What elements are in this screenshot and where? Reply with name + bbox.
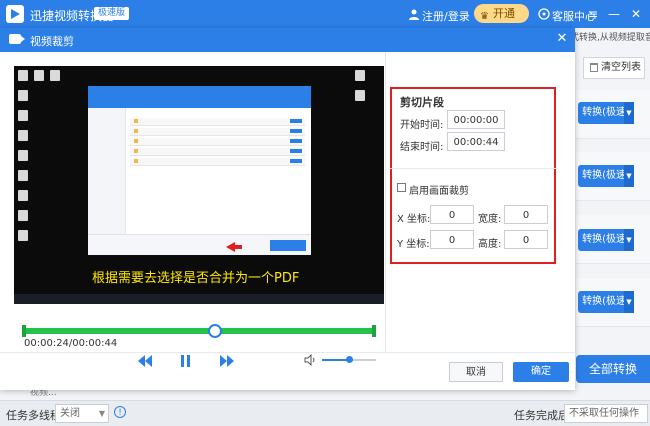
desktop-icon [50, 70, 60, 81]
video-screen-content [88, 86, 311, 255]
inner-app-footer [88, 234, 311, 255]
fast-forward-button[interactable] [220, 355, 234, 367]
crown-icon: ♛ [480, 11, 489, 22]
background-hint: 式转换,从视频提取音频 [570, 33, 650, 43]
timeline-start-handle[interactable] [22, 325, 26, 337]
inner-app-sidebar [88, 108, 126, 254]
inner-app-row [130, 148, 305, 156]
volume-knob[interactable] [346, 356, 353, 363]
multitask-value: 关闭 [60, 408, 80, 419]
dialog-close-button[interactable]: ✕ [553, 30, 571, 48]
menu-button[interactable]: ≡ [583, 4, 603, 24]
dialog-title: 视频裁剪 [30, 35, 74, 48]
height-label: 高度: [478, 239, 502, 250]
vip-button[interactable]: ♛ 开通VIP [474, 4, 529, 39]
section-divider [390, 168, 556, 169]
trash-icon [590, 63, 598, 72]
start-time-label: 开始时间: [400, 120, 444, 131]
inner-app-row [130, 158, 305, 166]
end-time-label: 结束时间: [400, 142, 444, 153]
red-arrow-tail [234, 245, 242, 249]
inner-app-row [130, 118, 305, 126]
convert-dropdown-icon[interactable]: ▼ [624, 291, 634, 313]
rewind-button[interactable] [138, 355, 152, 367]
y-coordinate-label: Y 坐标: [397, 239, 430, 250]
volume-icon[interactable] [304, 354, 316, 366]
desktop-icon [355, 70, 365, 81]
after-done-value: 不采取任何操作 [569, 408, 639, 419]
convert-dropdown-icon[interactable]: ▼ [624, 165, 634, 187]
convert-dropdown-icon[interactable]: ▼ [624, 229, 634, 251]
login-link[interactable]: 注册/登录 [422, 8, 470, 24]
user-icon [409, 9, 419, 20]
convert-dropdown-icon[interactable]: ▼ [624, 102, 634, 124]
multitask-select[interactable]: 关闭 ▼ [55, 404, 109, 423]
dialog-header: 视频裁剪 ✕ [0, 28, 575, 52]
multitask-label: 任务多线程 [6, 409, 61, 422]
inner-app-row [130, 138, 305, 146]
desktop-icon [18, 130, 28, 141]
x-coordinate-label: X 坐标: [397, 214, 431, 225]
width-label: 宽度: [478, 214, 502, 225]
inner-app-header [88, 86, 311, 108]
desktop-icon [18, 170, 28, 181]
cancel-button[interactable]: 取消 [449, 362, 503, 382]
pause-button[interactable] [181, 355, 191, 367]
clip-section-title: 剪切片段 [400, 96, 444, 109]
inner-app-row [130, 128, 305, 136]
desktop-icon [18, 210, 28, 221]
y-coordinate-input[interactable]: 0 [430, 230, 474, 249]
x-coordinate-input[interactable]: 0 [430, 205, 474, 224]
desktop-icon [18, 110, 28, 121]
height-input[interactable]: 0 [504, 230, 548, 249]
chevron-down-icon: ▼ [98, 409, 105, 418]
convert-all-button[interactable]: 全部转换 [576, 355, 650, 383]
desktop-icon [18, 190, 28, 201]
playhead-knob[interactable] [207, 324, 222, 338]
desktop-icon [18, 150, 28, 161]
close-app-button[interactable]: ✕ [626, 4, 646, 24]
after-done-select[interactable]: 不采取任何操作 [564, 404, 648, 423]
after-done-label: 任务完成后 [514, 409, 569, 422]
width-input[interactable]: 0 [504, 205, 548, 224]
video-subtitle: 根据需要去选择是否合并为一个PDF [92, 271, 300, 286]
desktop-icon [18, 230, 28, 241]
desktop-icon [34, 70, 44, 81]
video-crop-dialog: 视频裁剪 ✕ 根据需要去选择是否合并为一个PDF 00:00:24/00:00:… [0, 28, 575, 390]
inner-app-button [270, 240, 306, 251]
video-taskbar [14, 294, 384, 304]
confirm-button[interactable]: 确定 [513, 362, 569, 382]
clear-list-button[interactable]: 清空列表 [583, 57, 645, 79]
desktop-icon [355, 90, 365, 101]
desktop-icon [18, 70, 28, 81]
app-titlebar: 迅捷视频转换器 极速版 注册/登录 ♛ 开通VIP 客服中心 ≡ — ✕ [0, 0, 650, 39]
headset-icon [538, 8, 550, 20]
volume-fill [322, 359, 349, 361]
end-time-input[interactable]: 00:00:44 [447, 132, 505, 151]
timeline-end-handle[interactable] [372, 325, 376, 337]
footer-divider [0, 352, 575, 353]
crop-label: 启用画面裁剪 [409, 186, 469, 197]
clear-list-label: 清空列表 [601, 62, 641, 73]
status-bar: 任务多线程 关闭 ▼ ! 任务完成后 不采取任何操作 [0, 400, 650, 426]
speed-badge: 极速版 [94, 7, 130, 20]
minimize-button[interactable]: — [604, 4, 624, 24]
app-logo-icon [6, 5, 24, 23]
video-camera-icon [9, 34, 25, 44]
info-icon[interactable]: ! [114, 406, 126, 418]
start-time-input[interactable]: 00:00:00 [447, 110, 505, 129]
desktop-icon [18, 90, 28, 101]
current-time: 00:00:24/00:00:44 [24, 338, 118, 349]
panel-divider [385, 52, 386, 352]
crop-checkbox[interactable] [397, 183, 406, 192]
timeline-track[interactable] [24, 328, 374, 334]
